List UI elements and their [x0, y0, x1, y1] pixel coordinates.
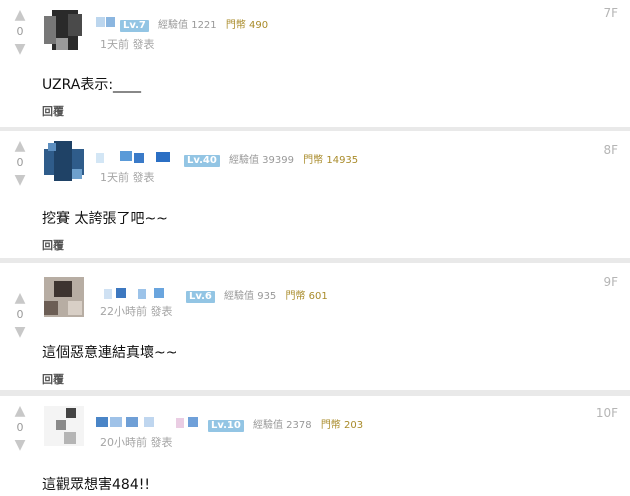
level-badge: Lv.7 — [120, 20, 149, 32]
vote-count: 0 — [16, 156, 24, 169]
avatar[interactable] — [44, 406, 84, 446]
vote-widget: ▲ 0 ▼ — [8, 291, 32, 339]
upvote-icon[interactable]: ▲ — [8, 291, 32, 305]
exp-value: 經驗值 935 — [224, 291, 277, 302]
level-badge: Lv.40 — [184, 155, 220, 167]
downvote-icon[interactable]: ▼ — [8, 325, 32, 339]
level-badge: Lv.6 — [186, 291, 215, 303]
coin-value: 門幣 490 — [225, 20, 269, 31]
post-time: 1天前 發表 — [100, 171, 155, 184]
post-time: 20小時前 發表 — [100, 436, 173, 449]
reply-link[interactable]: 回覆 — [42, 103, 64, 119]
vote-count: 0 — [16, 308, 24, 321]
reply-link[interactable]: 回覆 — [42, 371, 64, 387]
vote-widget: ▲ 0 ▼ — [8, 8, 32, 56]
vote-count: 0 — [16, 421, 24, 434]
avatar[interactable] — [44, 277, 84, 317]
comment-item: ▲ 0 ▼ Lv.10 經驗值 2378 門幣 203 10F 20小時前 發表… — [0, 396, 630, 496]
floor-number: 10F — [595, 406, 618, 420]
floor-number: 8F — [603, 143, 618, 157]
floor-number: 9F — [603, 275, 618, 289]
avatar[interactable] — [44, 10, 84, 50]
vote-count: 0 — [16, 25, 24, 38]
username-blurred[interactable] — [96, 151, 178, 163]
post-time: 22小時前 發表 — [100, 305, 173, 318]
upvote-icon[interactable]: ▲ — [8, 8, 32, 22]
comment-item: ▲ 0 ▼ Lv.40 經驗值 39399 門幣 14935 8F 1天前 發表… — [0, 131, 630, 258]
downvote-icon[interactable]: ▼ — [8, 42, 32, 56]
vote-widget: ▲ 0 ▼ — [8, 404, 32, 452]
downvote-icon[interactable]: ▼ — [8, 438, 32, 452]
user-stats: Lv.7 經驗值 1221 門幣 490 — [120, 16, 268, 32]
exp-value: 經驗值 2378 — [252, 420, 312, 431]
username-blurred[interactable] — [104, 287, 180, 299]
level-badge: Lv.10 — [208, 420, 244, 432]
downvote-icon[interactable]: ▼ — [8, 173, 32, 187]
comment-text: 挖賽 太誇張了吧~~ — [42, 211, 168, 227]
user-stats: Lv.10 經驗值 2378 門幣 203 — [208, 416, 363, 432]
username-blurred[interactable] — [96, 16, 118, 28]
avatar[interactable] — [44, 141, 84, 181]
comment-item: ▲ 0 ▼ Lv.6 經驗值 935 門幣 601 9F 22小時前 發表 這個… — [0, 263, 630, 390]
upvote-icon[interactable]: ▲ — [8, 404, 32, 418]
exp-value: 經驗值 39399 — [228, 155, 294, 166]
user-stats: Lv.6 經驗值 935 門幣 601 — [186, 287, 328, 303]
exp-value: 經驗值 1221 — [158, 20, 217, 31]
comment-text: 這個惡意連結真壞~~ — [42, 345, 178, 361]
floor-number: 7F — [603, 6, 618, 20]
coin-value: 門幣 203 — [320, 420, 364, 431]
coin-value: 門幣 601 — [285, 291, 328, 302]
user-stats: Lv.40 經驗值 39399 門幣 14935 — [184, 151, 358, 167]
comment-text: 這觀眾想害484!! — [42, 477, 150, 493]
comment-text: UZRA表示:____ — [42, 77, 142, 93]
username-blurred[interactable] — [96, 416, 204, 428]
vote-widget: ▲ 0 ▼ — [8, 139, 32, 187]
coin-value: 門幣 14935 — [303, 155, 359, 166]
post-time: 1天前 發表 — [100, 38, 155, 51]
comment-item: ▲ 0 ▼ Lv.7 經驗值 1221 門幣 490 7F 1天前 發表 UZR… — [0, 0, 630, 127]
upvote-icon[interactable]: ▲ — [8, 139, 32, 153]
reply-link[interactable]: 回覆 — [42, 237, 64, 253]
